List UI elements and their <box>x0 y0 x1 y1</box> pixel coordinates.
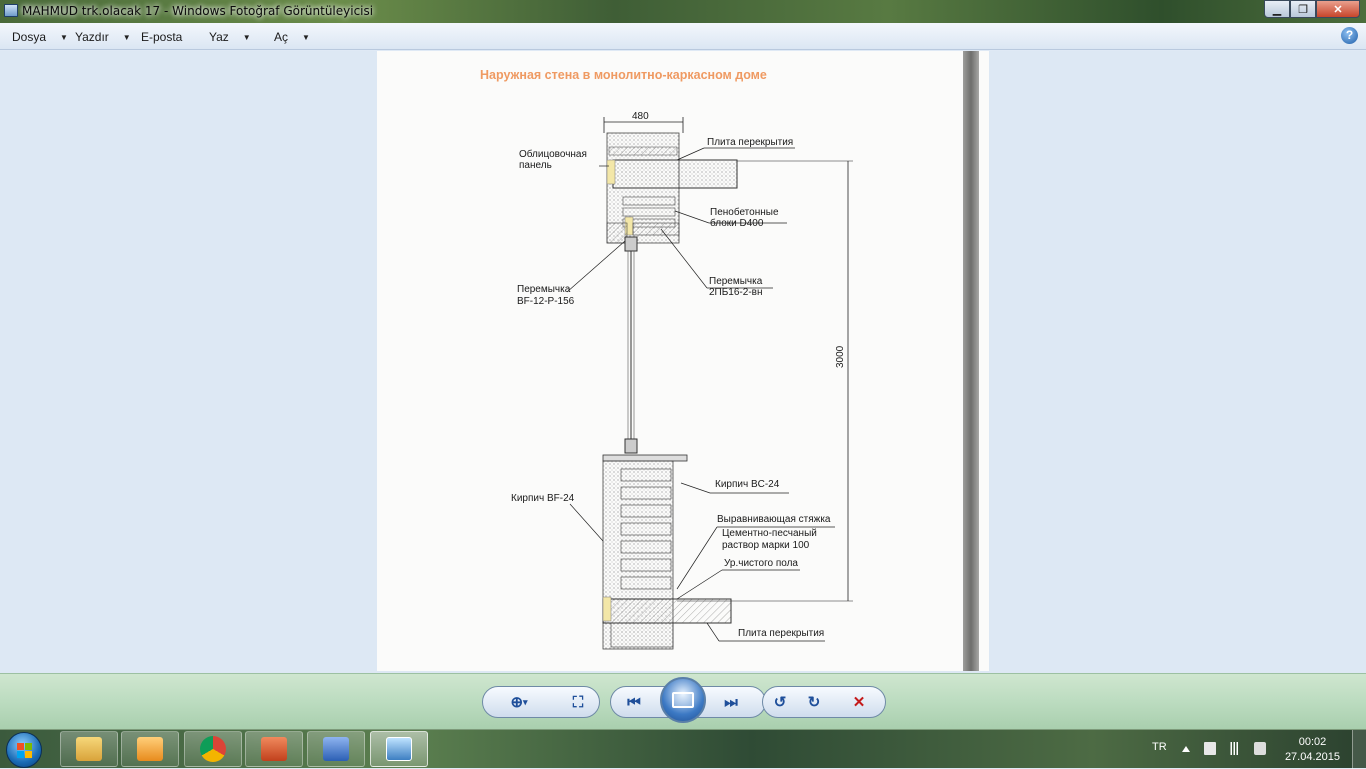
label-peremychka-right-2: 2ПБ16-2-вн <box>709 287 763 298</box>
clock-time: 00:02 <box>1298 736 1327 748</box>
menu-open-label: Aç <box>274 30 289 44</box>
title-bar: MAHMUD trk.olacak 17 - Windows Fotoğraf … <box>0 0 1366 23</box>
volume-muted-icon[interactable] <box>1254 742 1266 755</box>
image-viewport[interactable]: Наружная стена в монолитно-каркасном дом… <box>0 51 1366 673</box>
folder-icon <box>76 737 102 761</box>
label-plita-bottom: Плита перекрытия <box>738 628 825 639</box>
next-button[interactable]: ⏭ <box>720 691 742 713</box>
rotate-ccw-icon: ↺ <box>773 694 787 711</box>
menu-burn-label: Yaz <box>209 30 229 44</box>
taskbar: TR 00:02 27.04.2015 <box>0 729 1366 769</box>
window-title: MAHMUD trk.olacak 17 - Windows Fotoğraf … <box>22 4 374 18</box>
chevron-down-icon: ▼ <box>302 32 310 42</box>
label-kirpich-bc: Кирпич BC-24 <box>715 479 780 490</box>
start-button[interactable] <box>6 732 42 768</box>
clock-date: 27.04.2015 <box>1284 751 1340 763</box>
menu-open[interactable]: Aç ▼ <box>274 30 310 44</box>
taskbar-powerpoint[interactable] <box>245 731 303 767</box>
minimize-button[interactable]: ▁ <box>1264 0 1290 18</box>
zoom-icon: ⊕ <box>510 694 524 711</box>
actual-size-button[interactable]: ⛶ <box>567 691 589 713</box>
rotate-cw-icon: ↻ <box>807 694 821 711</box>
fit-window-icon: ⛶ <box>572 693 584 711</box>
label-floor-level: Ур.чистого пола <box>724 558 798 569</box>
powerpoint-icon <box>261 737 287 761</box>
label-styazhka: Выравнивающая стяжка <box>717 514 831 525</box>
scanned-document: Наружная стена в монолитно-каркасном дом… <box>377 51 989 671</box>
taskbar-chrome[interactable] <box>184 731 242 767</box>
dimension-height: 3000 <box>835 345 846 368</box>
wall-section-drawing <box>566 117 853 650</box>
clock[interactable]: 00:02 27.04.2015 <box>1285 735 1340 765</box>
taskbar-word[interactable] <box>307 731 365 767</box>
language-indicator[interactable]: TR <box>1152 741 1167 753</box>
window-controls: ▁ ❐ ✕ <box>1264 0 1360 18</box>
label-peremychka-left-1: Перемычка <box>517 284 571 295</box>
delete-button[interactable]: ✕ <box>848 691 870 713</box>
show-hidden-icons-icon[interactable] <box>1182 746 1190 752</box>
word-icon <box>323 737 349 761</box>
network-icon[interactable] <box>1228 742 1240 755</box>
menu-email-label: E-posta <box>141 30 183 44</box>
menu-file-label: Dosya <box>12 30 47 44</box>
menu-print[interactable]: Yazdır ▼ <box>75 30 131 44</box>
rotate-ccw-button[interactable]: ↺ <box>769 691 791 713</box>
chrome-icon <box>200 736 226 762</box>
dimension-width: 480 <box>632 111 649 122</box>
chevron-down-icon: ▼ <box>122 32 131 42</box>
previous-button[interactable]: ⏮ <box>623 691 645 713</box>
close-button[interactable]: ✕ <box>1316 0 1360 18</box>
menu-email[interactable]: E-posta <box>141 30 182 44</box>
viewer-control-bar: ⊕ ▾ ⛶ ⏮ ⏭ ↺ ↻ ✕ <box>0 673 1366 729</box>
show-desktop-button[interactable] <box>1352 730 1366 769</box>
zoom-button[interactable]: ⊕ ▾ <box>508 691 530 713</box>
media-player-icon <box>137 737 163 761</box>
taskbar-media-player[interactable] <box>121 731 179 767</box>
menu-burn[interactable]: Yaz ▼ <box>209 30 251 44</box>
next-icon: ⏭ <box>724 693 738 711</box>
label-plita-top: Плита перекрытия <box>707 137 794 148</box>
label-penobeton-2: блоки D400 <box>710 218 764 229</box>
chevron-down-icon: ▼ <box>60 32 68 42</box>
chevron-down-icon: ▾ <box>523 696 528 707</box>
photo-viewer-icon <box>386 737 412 761</box>
maximize-button[interactable]: ❐ <box>1290 0 1316 18</box>
label-oblic-2: панель <box>519 160 552 171</box>
slideshow-icon <box>672 692 694 708</box>
taskbar-explorer[interactable] <box>60 731 118 767</box>
windows-logo-icon <box>17 743 33 759</box>
label-rastvor-2: раствор марки 100 <box>722 540 810 551</box>
menu-file[interactable]: Dosya ▼ <box>12 30 68 44</box>
help-icon[interactable]: ? <box>1341 27 1358 44</box>
flag-notification-icon[interactable] <box>1204 742 1216 755</box>
taskbar-photo-viewer[interactable] <box>370 731 428 767</box>
label-rastvor-1: Цементно-песчаный <box>722 528 817 539</box>
previous-icon: ⏮ <box>627 693 641 711</box>
chevron-down-icon: ▼ <box>242 32 251 42</box>
label-peremychka-left-2: BF-12-P-156 <box>517 296 575 307</box>
menu-bar: Dosya ▼ Yazdır ▼ E-posta Yaz ▼ Aç ▼ ? <box>0 23 1366 50</box>
delete-icon: ✕ <box>852 694 866 711</box>
menu-print-label: Yazdır <box>75 30 109 44</box>
label-kirpich-bf: Кирпич BF-24 <box>511 493 575 504</box>
rotate-cw-button[interactable]: ↻ <box>803 691 825 713</box>
photo-viewer-app-icon <box>4 4 18 17</box>
slideshow-button[interactable] <box>660 677 706 723</box>
